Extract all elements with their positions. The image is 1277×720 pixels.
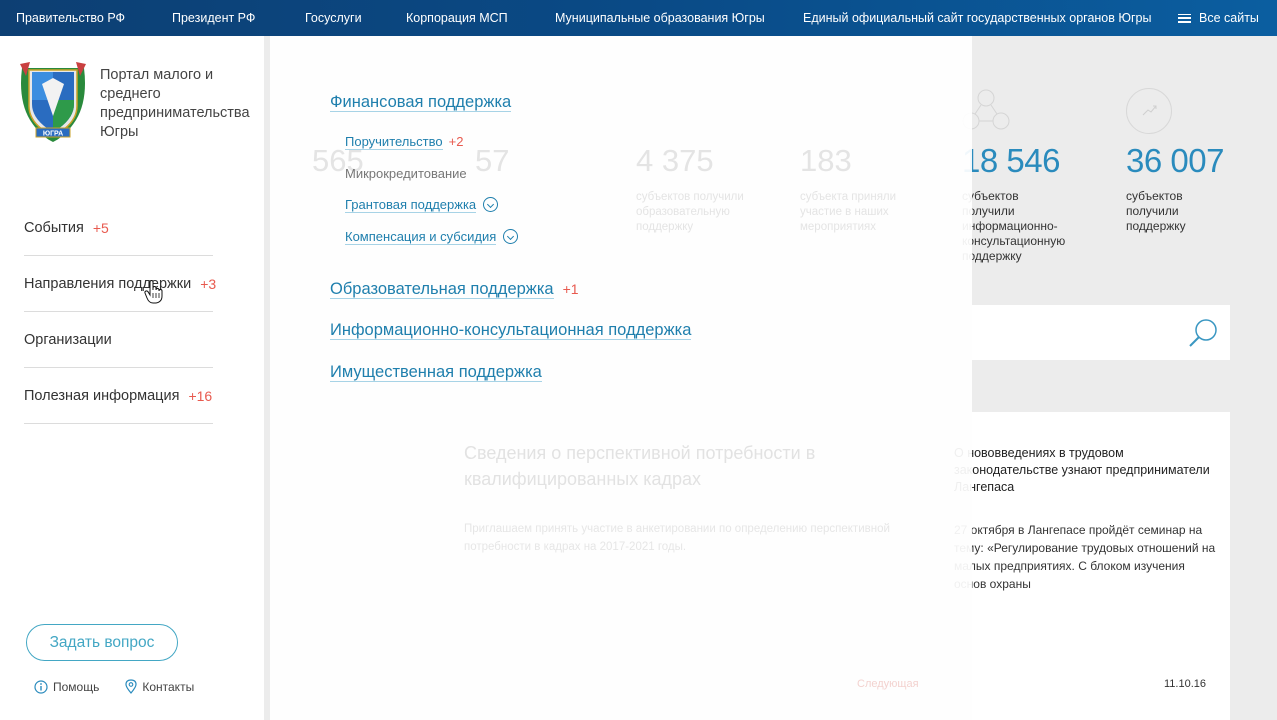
category-educational-support[interactable]: Образовательная поддержка +1 [330, 280, 579, 299]
category-financial-support-link[interactable]: Финансовая поддержка [330, 93, 512, 112]
all-sites-label: Все сайты [1199, 11, 1259, 25]
category-property-support-link[interactable]: Имущественная поддержка [330, 363, 542, 382]
stat-total: 36 007 субъектов получили поддержку [1126, 88, 1226, 234]
stat-description: субъекта приняли участие в наших меропри… [800, 191, 897, 233]
all-sites-button[interactable]: Все сайты [1178, 11, 1259, 25]
category-consulting-support[interactable]: Информационно-консультационная поддержка [330, 321, 692, 340]
menu-icon [1178, 13, 1191, 23]
sidebar-item-badge: +16 [188, 387, 213, 404]
stat-consulting: 18 546 субъектов получили информационно-… [962, 88, 1072, 264]
hand-cursor-icon [144, 280, 163, 304]
chevron-down-icon[interactable] [503, 229, 519, 245]
logo-text: ЮГРА [43, 131, 63, 138]
search-icon[interactable] [1186, 317, 1220, 351]
subitem-compensation-link[interactable]: Компенсация и субсидия [345, 229, 497, 245]
sidebar-navigation: События +5 Направления поддержки +3 Орга… [24, 200, 217, 424]
stat-description: субъектов получили поддержку [1126, 189, 1186, 233]
top-navigation-bar: Правительство РФ Президент РФ Госуслуги … [0, 0, 1277, 36]
banner-title: Сведения о перспективной потребности в к… [464, 443, 816, 489]
sidebar-item-label: Направления поддержки [24, 275, 192, 292]
category-educational-support-link[interactable]: Образовательная поддержка [330, 280, 554, 299]
banner-next-link: Следующая [857, 678, 919, 690]
sidebar-item-useful-info[interactable]: Полезная информация +16 [24, 368, 213, 424]
stat-value: 18 546 [962, 142, 1060, 179]
topbar-link-gosuslugi[interactable]: Госуслуги [305, 11, 362, 25]
coat-of-arms-logo[interactable]: ЮГРА [16, 60, 90, 149]
topbar-link-official-site[interactable]: Единый официальный сайт государственных … [803, 11, 1152, 25]
stat-value: 57 [475, 143, 510, 178]
subitem-compensation[interactable]: Компенсация и субсидия [345, 229, 519, 245]
topbar-link-president[interactable]: Президент РФ [172, 11, 255, 25]
news-body: 27 октября в Лангепасе пройдёт семинар н… [954, 523, 1216, 591]
news-title[interactable]: О нововведениях в трудовом законодательс… [954, 445, 1216, 496]
help-label: Помощь [53, 679, 100, 694]
sidebar-item-badge: +5 [92, 219, 109, 236]
topbar-link-municipalities[interactable]: Муниципальные образования Югры [555, 11, 765, 25]
help-link[interactable]: Помощь [34, 679, 99, 694]
category-financial-support[interactable]: Финансовая поддержка [330, 93, 512, 112]
info-icon [34, 679, 48, 694]
sidebar-item-organizations[interactable]: Организации [24, 312, 213, 368]
network-icon [962, 88, 1072, 134]
sidebar-item-label: Полезная информация [24, 387, 180, 404]
subitem-grants[interactable]: Грантовая поддержка [345, 197, 499, 213]
sidebar-item-support-directions[interactable]: Направления поддержки +3 [24, 256, 217, 312]
sidebar-item-label: Организации [24, 331, 112, 348]
topbar-link-government[interactable]: Правительство РФ [16, 11, 125, 25]
category-consulting-support-link[interactable]: Информационно-консультационная поддержка [330, 321, 692, 340]
category-property-support[interactable]: Имущественная поддержка [330, 363, 542, 382]
subitem-guarantee-count: +2 [448, 134, 464, 149]
sidebar-item-events[interactable]: События +5 [24, 200, 213, 256]
subitem-grants-link[interactable]: Грантовая поддержка [345, 197, 477, 213]
contacts-label: Контакты [142, 679, 195, 694]
contacts-link[interactable]: Контакты [125, 679, 194, 694]
subitem-microcredit: Микрокредитование [345, 166, 467, 181]
news-card[interactable]: О нововведениях в трудовом законодательс… [954, 412, 1230, 720]
stat-description: субъектов получили информационно-консуль… [962, 189, 1066, 263]
topbar-link-msp-corporation[interactable]: Корпорация МСП [406, 11, 508, 25]
chevron-down-icon[interactable] [483, 197, 499, 213]
banner-text: Приглашаем принять участие в анкетирован… [464, 523, 890, 553]
sidebar-item-label: События [24, 219, 84, 236]
ask-question-button[interactable]: Задать вопрос [26, 624, 178, 661]
sidebar-item-badge: +3 [200, 275, 217, 292]
search-bar[interactable] [972, 305, 1230, 360]
subitem-guarantee[interactable]: Поручительство +2 [345, 134, 464, 150]
portal-title[interactable]: Портал малого и среднего предприниматель… [100, 66, 260, 142]
stat-value: 36 007 [1126, 142, 1224, 179]
support-directions-dropdown: 565 57 4 375 183 субъектов получили обра… [270, 36, 972, 720]
stat-value: 4 375 [636, 143, 714, 178]
stat-description: субъектов получили образовательную подде… [636, 191, 744, 233]
location-pin-icon [125, 679, 137, 694]
subitem-guarantee-link[interactable]: Поручительство [345, 134, 443, 150]
news-date: 11.10.16 [1163, 678, 1206, 690]
sidebar-footer-links: Помощь Контакты [34, 679, 194, 694]
trend-icon [1126, 88, 1172, 134]
sidebar: ЮГРА Портал малого и среднего предприним… [0, 36, 264, 720]
stat-value: 183 [800, 143, 852, 178]
category-educational-count: +1 [562, 281, 579, 297]
